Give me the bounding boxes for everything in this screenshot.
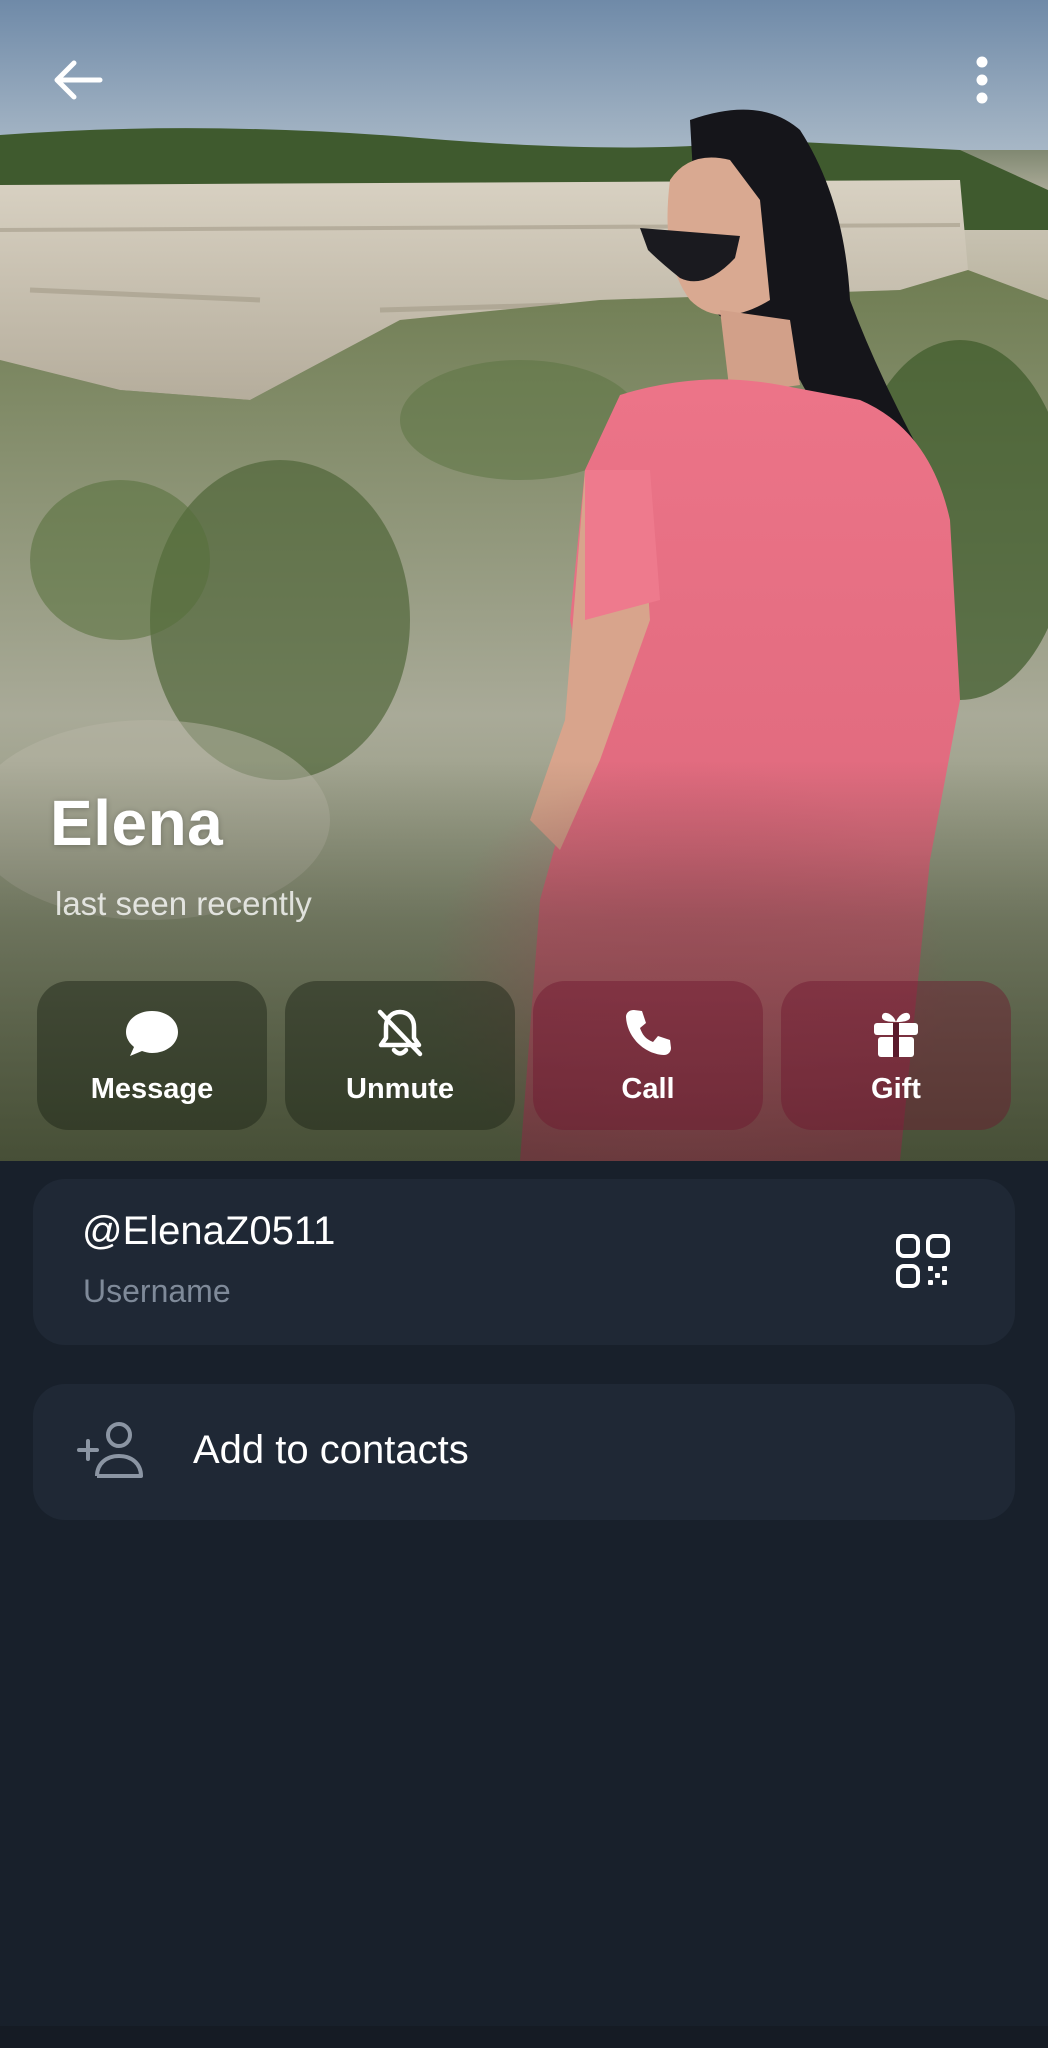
unmute-button[interactable]: Unmute (285, 981, 515, 1130)
action-buttons-row: Message Unmute Call Gift (37, 981, 1011, 1130)
add-to-contacts-label: Add to contacts (193, 1428, 469, 1472)
profile-status: last seen recently (55, 885, 312, 922)
add-person-icon (77, 1422, 143, 1478)
chat-bubble-icon (124, 1005, 180, 1061)
phone-icon (620, 1005, 676, 1061)
qr-code-icon (896, 1234, 950, 1288)
username-card[interactable]: @ElenaZ0511 Username (33, 1179, 1015, 1345)
message-button[interactable]: Message (37, 981, 267, 1130)
profile-screen: Elena last seen recently Message Unmute … (0, 0, 1048, 2048)
profile-name: Elena (50, 787, 224, 859)
add-to-contacts-row[interactable]: Add to contacts (33, 1384, 1015, 1520)
back-button[interactable] (42, 44, 114, 116)
profile-photo[interactable]: Elena last seen recently Message Unmute … (0, 0, 1048, 1161)
bottom-edge (0, 2026, 1048, 2048)
unmute-button-label: Unmute (346, 1073, 454, 1105)
gift-button[interactable]: Gift (781, 981, 1011, 1130)
call-button[interactable]: Call (533, 981, 763, 1130)
username-label: Username (83, 1273, 231, 1309)
gift-icon (868, 1005, 924, 1061)
qr-code-button[interactable] (891, 1229, 955, 1293)
call-button-label: Call (621, 1073, 675, 1105)
more-options-button[interactable] (946, 44, 1018, 116)
message-button-label: Message (90, 1073, 214, 1105)
gift-button-label: Gift (871, 1073, 921, 1105)
more-vertical-icon (976, 56, 988, 104)
arrow-left-icon (54, 60, 103, 100)
bell-off-icon (372, 1005, 428, 1061)
username-value[interactable]: @ElenaZ0511 (82, 1209, 335, 1254)
